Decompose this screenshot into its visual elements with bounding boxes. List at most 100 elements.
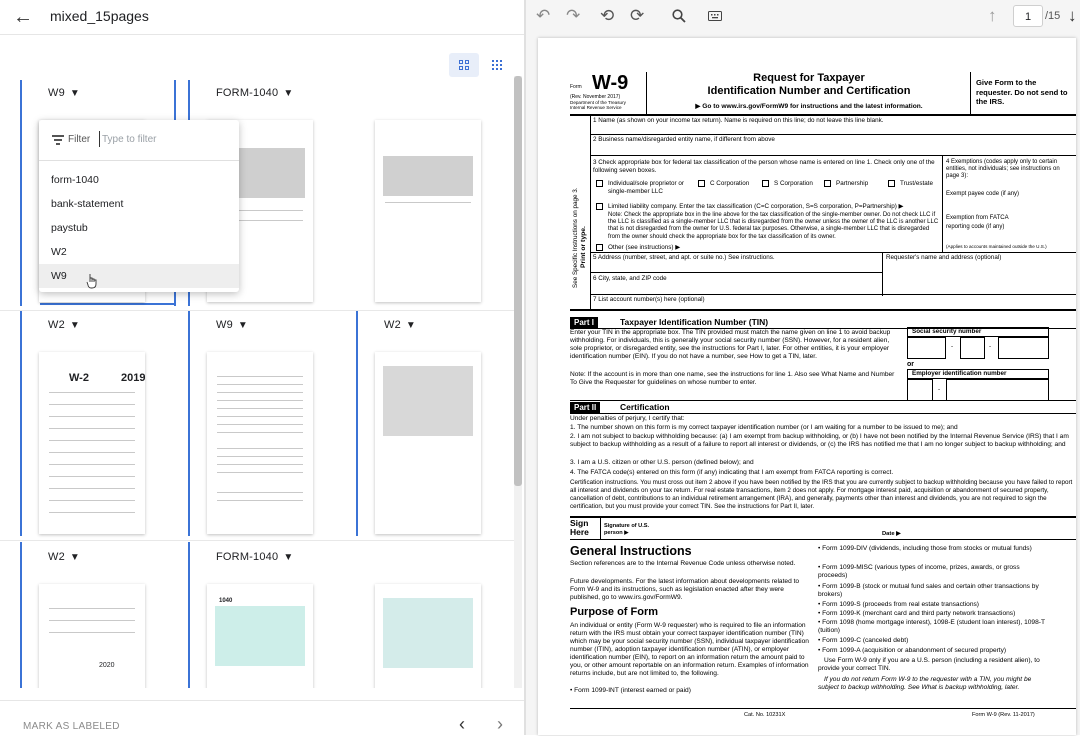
- side-note: See Specific Instructions on page 3.: [572, 187, 579, 288]
- date-label[interactable]: Date ▶: [882, 530, 901, 538]
- filter-label: Filter: [68, 134, 91, 145]
- department: Internal Revenue Service: [570, 105, 622, 110]
- form-title: Request for Taxpayer: [753, 72, 865, 84]
- mark-as-labeled-button[interactable]: MARK AS LABELED: [23, 721, 120, 732]
- checkbox-label: S Corporation: [774, 180, 813, 187]
- checkbox[interactable]: [596, 203, 603, 210]
- cell-label[interactable]: W2 ▼: [48, 551, 80, 563]
- chevron-down-icon: ▼: [405, 320, 417, 331]
- page-thumbnail[interactable]: [375, 584, 481, 688]
- checkbox-label: C Corporation: [710, 180, 750, 187]
- scrollbar[interactable]: [514, 76, 522, 688]
- gen-text: Section references are to the Internal R…: [570, 560, 796, 567]
- cert-item: 4. The FATCA code(s) entered on this for…: [570, 469, 894, 476]
- ein-box[interactable]: [946, 379, 1049, 401]
- viewer-toolbar: ↶ ↷ ⟲ ⟳ ↑ 1 /15 ↓: [526, 0, 1080, 34]
- line-7: 7 List account number(s) here (optional): [593, 296, 705, 303]
- page-thumbnail[interactable]: [207, 352, 313, 534]
- left-panel: ← mixed_15pages W9 ▼ FORM-1040 ▼ W2 ▼ W9 ▼ W…: [0, 0, 524, 736]
- side-note: Print or type.: [580, 226, 587, 268]
- grid-small-icon[interactable]: [482, 53, 512, 77]
- page-number-input[interactable]: 1: [1013, 5, 1043, 27]
- checkbox[interactable]: [596, 180, 603, 187]
- arrow-left-icon[interactable]: ←: [10, 4, 36, 30]
- ssn-label: Social security number: [912, 328, 982, 335]
- top-bar: ← mixed_15pages: [0, 0, 524, 35]
- rotate-right-icon[interactable]: ⟳: [630, 6, 644, 26]
- chevron-right-icon[interactable]: ›: [497, 714, 503, 735]
- form-name: W-9: [592, 72, 629, 94]
- arrow-up-icon[interactable]: ↑: [988, 6, 997, 26]
- w2-thumb-year: 2020: [99, 662, 115, 669]
- page-thumbnail[interactable]: 2020: [39, 584, 145, 688]
- cert-item: 2. I am not subject to backup withholdin…: [570, 433, 1069, 448]
- cell-label[interactable]: W2 ▼: [384, 319, 416, 331]
- dropdown-option[interactable]: W2: [39, 240, 239, 264]
- filter-row: Filter: [39, 120, 239, 161]
- line-5: 5 Address (number, street, and apt. or s…: [593, 254, 775, 261]
- section-heading: Purpose of Form: [570, 606, 659, 618]
- page-thumbnail[interactable]: [375, 120, 481, 302]
- search-icon[interactable]: [672, 9, 686, 23]
- checkbox[interactable]: [762, 180, 769, 187]
- bullet-item: • Form 1099-C (canceled debt): [818, 637, 909, 644]
- cell-label[interactable]: FORM-1040 ▼: [216, 551, 293, 563]
- line-1: 1 Name (as shown on your income tax retu…: [593, 117, 884, 124]
- signature-label[interactable]: Signature of U.S. person ▶: [604, 523, 664, 537]
- dropdown-option[interactable]: paystub: [39, 216, 239, 240]
- document-viewer: ↶ ↷ ⟲ ⟳ ↑ 1 /15 ↓ Form W-9 (Rev. Novembe…: [526, 0, 1080, 735]
- checkbox[interactable]: [698, 180, 705, 187]
- ssn-box[interactable]: [907, 337, 946, 359]
- rotate-left-icon[interactable]: ⟲: [600, 6, 614, 26]
- w2-thumb-title: W-2: [69, 372, 89, 384]
- redo-icon[interactable]: ↷: [566, 6, 580, 26]
- checkbox[interactable]: [824, 180, 831, 187]
- fatca: Exemption from FATCA reporting code (if …: [946, 215, 1009, 230]
- f1040-thumb-title: 1040: [219, 598, 233, 604]
- document-page: Form W-9 (Rev. November 2017) Department…: [538, 38, 1076, 735]
- bullet-item: • Form 1099-K (merchant card and third p…: [818, 610, 1016, 617]
- ssn-box[interactable]: [960, 337, 985, 359]
- dropdown-option[interactable]: form-1040: [39, 168, 239, 192]
- arrow-down-icon[interactable]: ↓: [1068, 6, 1077, 26]
- applies-note: (Applies to accounts maintained outside …: [946, 244, 1047, 249]
- keyboard-icon[interactable]: [708, 11, 722, 21]
- selection-line: [20, 310, 22, 536]
- row-separator: [0, 310, 514, 311]
- bullet-item: • Form 1099-S (proceeds from real estate…: [818, 601, 979, 608]
- chevron-down-icon: ▼: [69, 88, 81, 99]
- cell-label[interactable]: FORM-1040 ▼: [216, 87, 293, 99]
- checkbox[interactable]: [596, 244, 603, 251]
- grid-large-icon[interactable]: [449, 53, 479, 77]
- ein-box[interactable]: [907, 379, 933, 401]
- cell-label[interactable]: W2 ▼: [48, 319, 80, 331]
- page-thumbnail[interactable]: W-2 2019: [39, 352, 145, 534]
- filter-icon: [52, 135, 64, 145]
- dropdown-option[interactable]: bank-statement: [39, 192, 239, 216]
- form-title: Identification Number and Certification: [707, 85, 911, 97]
- part-label: Part II: [570, 402, 601, 413]
- future-developments: Future developments. For the latest info…: [570, 578, 800, 601]
- bullet-item: • Form 1099-MISC (various types of incom…: [818, 564, 1020, 579]
- chevron-left-icon[interactable]: ‹: [459, 714, 465, 735]
- scrollbar-thumb[interactable]: [514, 76, 522, 486]
- llc-note: Note: Check the appropriate box in the l…: [608, 212, 939, 240]
- checkbox[interactable]: [888, 180, 895, 187]
- page-thumbnail[interactable]: 1040: [207, 584, 313, 688]
- selection-line: [40, 303, 176, 305]
- cell-label[interactable]: W9 ▼: [48, 87, 80, 99]
- chevron-down-icon: ▼: [283, 552, 294, 563]
- dropdown-option-selected[interactable]: W9: [39, 264, 239, 288]
- tin-note: Note: If the account is in more than one…: [570, 371, 895, 386]
- ssn-box[interactable]: [998, 337, 1049, 359]
- filter-input[interactable]: [99, 131, 232, 147]
- cert-instructions: Certification instructions. You must cro…: [570, 479, 1073, 510]
- part-title: Taxpayer Identification Number (TIN): [620, 317, 769, 327]
- selection-line: [20, 80, 22, 306]
- undo-icon[interactable]: ↶: [536, 6, 550, 26]
- page-total: /15: [1045, 10, 1061, 22]
- exemptions: 4 Exemptions (codes apply only to certai…: [946, 159, 1060, 180]
- page-thumbnail[interactable]: [375, 352, 481, 534]
- cell-label[interactable]: W9 ▼: [216, 319, 248, 331]
- bullet-item: • Form 1099-A (acquisition or abandonmen…: [818, 647, 1007, 654]
